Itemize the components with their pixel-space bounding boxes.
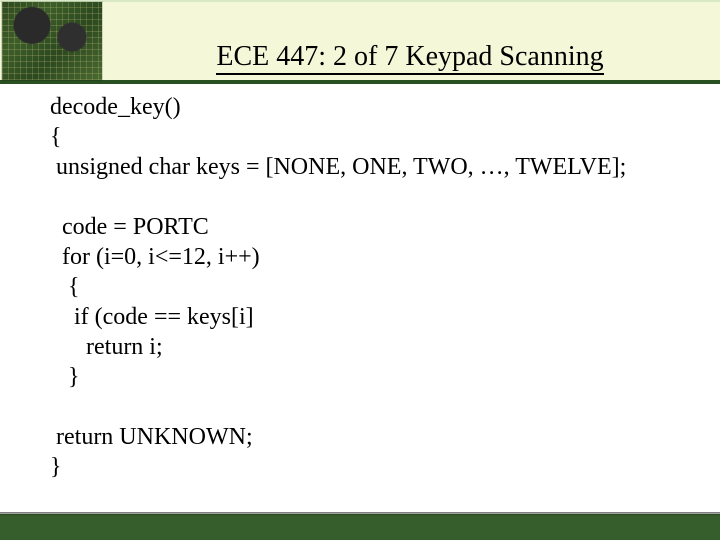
code-line: {: [50, 274, 80, 300]
code-line: decode_key(): [50, 94, 181, 120]
footer: [0, 516, 720, 540]
code-line: unsigned char keys = [NONE, ONE, TWO, …,…: [50, 154, 626, 180]
slide-title: ECE 447: 2 of 7 Keypad Scanning Function…: [110, 6, 710, 76]
code-line: return i;: [50, 334, 163, 360]
code-line: for (i=0, i<=12, i++): [50, 244, 260, 270]
slide-body: decode_key() { unsigned char keys = [NON…: [0, 84, 720, 514]
code-line: if (code == keys[i]: [50, 304, 254, 330]
code-line: }: [50, 454, 62, 480]
title-line-1: ECE 447: 2 of 7 Keypad Scanning: [216, 41, 603, 75]
slide: ECE 447: 2 of 7 Keypad Scanning Function…: [0, 0, 720, 540]
title-band: ECE 447: 2 of 7 Keypad Scanning Function…: [0, 2, 720, 84]
pcb-image: [2, 2, 102, 80]
code-block: decode_key() { unsigned char keys = [NON…: [50, 92, 700, 482]
code-line: }: [50, 364, 80, 390]
code-line: return UNKNOWN;: [50, 424, 253, 450]
code-line: code = PORTC: [50, 214, 209, 240]
code-line: {: [50, 124, 62, 150]
